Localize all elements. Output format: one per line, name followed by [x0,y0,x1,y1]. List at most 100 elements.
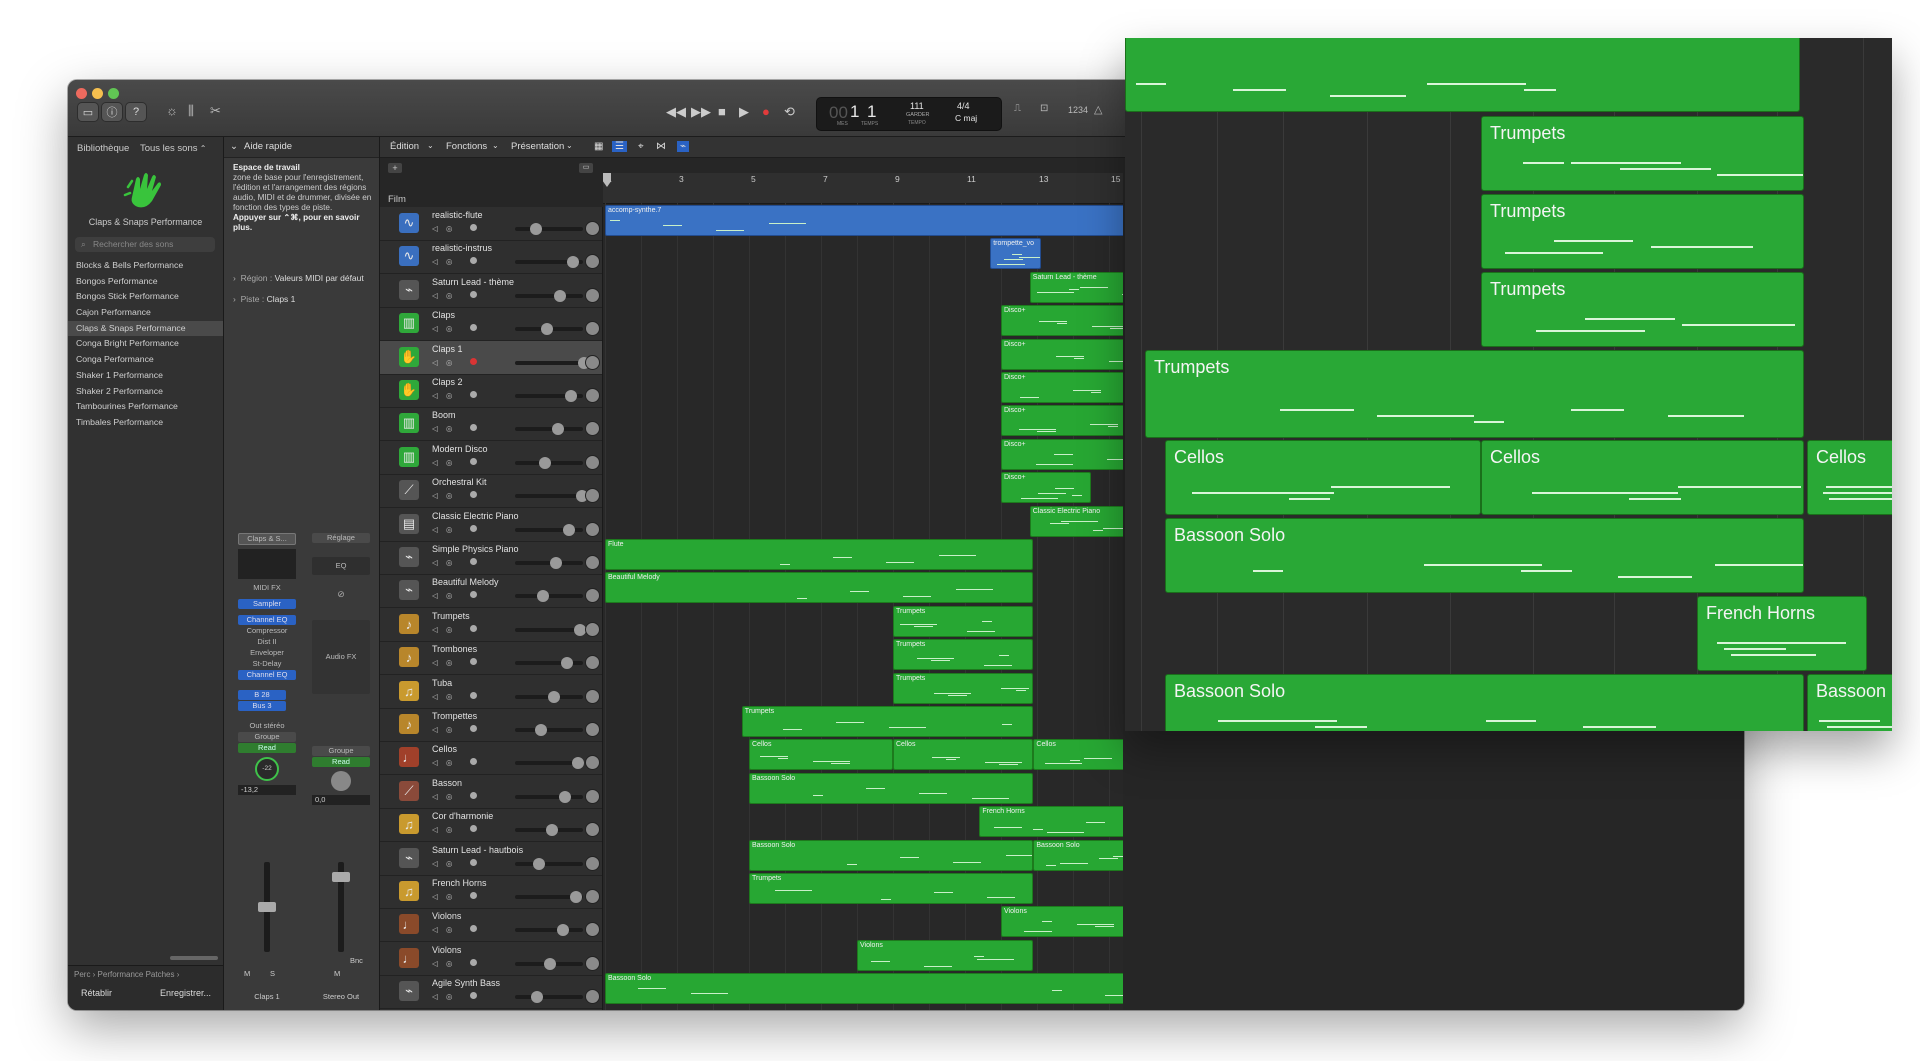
play-icon[interactable]: ▶ [739,104,749,120]
track-volume-slider[interactable] [515,728,583,732]
track-header[interactable]: ♩ Violons ◁ ◎ [380,908,602,942]
pan-knob[interactable] [585,622,600,637]
record-enable-button[interactable] [470,291,477,298]
track-volume-handle[interactable] [539,457,551,469]
record-enable-button[interactable] [470,458,477,465]
track-header[interactable]: ∿ realistic-flute ◁ ◎ [380,207,602,241]
pan-knob[interactable] [585,789,600,804]
quick-help-button[interactable]: ? [125,102,147,122]
output-slot[interactable]: Out stéréo [238,721,296,731]
region[interactable]: Disco+ [1001,472,1091,503]
track-header[interactable]: ♫ Tuba ◁ ◎ [380,675,602,709]
track-name[interactable]: Violons [432,945,461,955]
plugin-slot[interactable]: Channel EQ [238,670,296,680]
pan-knob[interactable] [585,421,600,436]
bar-ruler[interactable]: 13579111315 [603,173,1123,204]
rewind-icon[interactable]: ◀◀ [666,104,686,120]
patch-item[interactable]: Conga Performance [68,352,223,368]
track-volume-handle[interactable] [541,323,553,335]
mute-solo-buttons[interactable]: ◁ ◎ [432,758,455,767]
patch-item[interactable]: Tambourines Performance [68,399,223,415]
link-icon[interactable]: ⊘ [306,589,376,600]
zoomed-region[interactable]: French Horns [1697,596,1867,671]
track-volume-handle[interactable] [563,524,575,536]
track-volume-slider[interactable] [515,594,583,598]
patch-item[interactable]: Cajon Performance [68,305,223,321]
track-name[interactable]: Trumpets [432,611,470,621]
pan-knob[interactable]: -22 [255,757,279,781]
mute-solo-buttons[interactable]: ◁ ◎ [432,625,455,634]
record-enable-button[interactable] [470,324,477,331]
track-inspector-row[interactable]: › Piste : Claps 1 [233,294,295,304]
setting-button[interactable]: Réglage [312,533,370,543]
record-enable-button[interactable] [470,491,477,498]
record-enable-button[interactable] [470,424,477,431]
track-name[interactable]: Basson [432,778,462,788]
record-enable-button[interactable] [470,591,477,598]
track-volume-handle[interactable] [535,724,547,736]
track-header[interactable]: ♪ Trompettes ◁ ◎ [380,708,602,742]
track-name[interactable]: Trombones [432,644,477,654]
track-name[interactable]: Cor d'harmonie [432,811,493,821]
record-enable-button[interactable] [470,525,477,532]
track-name[interactable]: realistic-instrus [432,243,492,253]
pan-knob[interactable] [585,555,600,570]
zoomed-region[interactable]: Bassoon Solo [1165,674,1804,731]
pan-knob[interactable] [585,655,600,670]
patch-item[interactable]: Bongos Stick Performance [68,289,223,305]
mixer-icon[interactable]: ⫼ [188,103,194,119]
track-header[interactable]: ▥ Claps ◁ ◎ [380,307,602,341]
track-volume-handle[interactable] [550,557,562,569]
tuner-icon[interactable]: ⎍ [1014,103,1021,114]
region[interactable]: Bassoon Solo [749,840,1034,871]
functions-menu[interactable]: Fonctions [446,141,487,152]
volume-fader[interactable] [332,872,350,882]
mute-solo-buttons[interactable]: ◁ ◎ [432,892,455,901]
record-enable-button[interactable] [470,224,477,231]
track-name[interactable]: Classic Electric Piano [432,511,519,521]
pan-knob[interactable] [585,388,600,403]
pan-knob[interactable] [585,355,600,370]
track-volume-handle[interactable] [572,757,584,769]
track-volume-handle[interactable] [565,390,577,402]
zoomed-region[interactable]: Trumpets [1481,272,1804,347]
pan-knob[interactable] [585,455,600,470]
send-slot[interactable]: Bus 3 [238,701,286,711]
region[interactable]: Disco+ [1001,339,1123,370]
track-name[interactable]: Saturn Lead - thème [432,277,514,287]
eq-display[interactable]: EQ [312,557,370,575]
track-volume-slider[interactable] [515,628,583,632]
editors-icon[interactable]: ✂ [210,103,221,119]
track-volume-slider[interactable] [515,928,583,932]
track-header[interactable]: ✋ Claps 2 ◁ ◎ [380,374,602,408]
region[interactable]: Trumpets [741,706,1034,737]
record-enable-button[interactable] [470,959,477,966]
mute-button[interactable]: M [334,969,340,978]
counter-display[interactable]: 1234 [1068,105,1088,115]
record-enable-button[interactable] [470,625,477,632]
track-volume-handle[interactable] [559,791,571,803]
track-name[interactable]: Cellos [432,744,457,754]
mute-solo-buttons[interactable]: ◁ ◎ [432,391,455,400]
track-header[interactable]: ⌁ Beautiful Melody ◁ ◎ [380,574,602,608]
mute-solo-buttons[interactable]: ◁ ◎ [432,692,455,701]
track-header[interactable]: ▤ Classic Electric Piano ◁ ◎ [380,508,602,542]
mute-solo-buttons[interactable]: ◁ ◎ [432,725,455,734]
track-volume-handle[interactable] [557,924,569,936]
track-volume-handle[interactable] [567,256,579,268]
pan-knob[interactable] [331,771,351,791]
record-enable-button[interactable] [470,658,477,665]
midi-fx-slot[interactable]: MIDI FX [238,583,296,593]
track-header[interactable]: ⌁ Simple Physics Piano ◁ ◎ [380,541,602,575]
zoomed-region[interactable]: Bassoon Solo [1165,518,1804,593]
region[interactable]: Cellos [1033,739,1123,770]
region[interactable]: Disco+ [1001,372,1123,403]
mute-solo-buttons[interactable]: ◁ ◎ [432,291,455,300]
track-name[interactable]: Claps [432,310,455,320]
track-header[interactable]: ⟋ Basson ◁ ◎ [380,775,602,809]
track-header[interactable]: ♪ Trombones ◁ ◎ [380,641,602,675]
pan-knob[interactable] [585,488,600,503]
global-tracks-icon[interactable]: ▭ [579,163,593,173]
track-volume-handle[interactable] [548,691,560,703]
plugin-slot[interactable]: Sampler [238,599,296,609]
